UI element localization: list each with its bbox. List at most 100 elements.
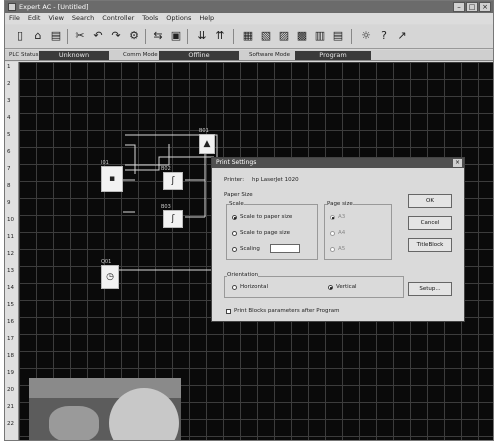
- ruler-number: 22: [7, 421, 14, 427]
- block-b02[interactable]: ʃ: [163, 172, 183, 190]
- scale-to-page-radio[interactable]: [232, 231, 237, 236]
- ruler-number: 15: [7, 302, 14, 308]
- printer-name: hp LaserJet 1020: [252, 177, 299, 183]
- orientation-group-label: Orientation: [227, 272, 259, 278]
- help-icon[interactable]: ?: [377, 29, 391, 43]
- settings-icon[interactable]: ⚙: [127, 29, 141, 43]
- ruler-number: 17: [7, 336, 14, 342]
- align-bottom-icon[interactable]: ▥: [313, 29, 327, 43]
- menu-controller[interactable]: Controller: [102, 13, 134, 24]
- close-icon[interactable]: ×: [453, 159, 462, 167]
- undo-icon[interactable]: ↶: [91, 29, 105, 43]
- print-params-label: Print Blocks parameters after Program: [234, 308, 340, 314]
- ruler-number: 2: [7, 81, 11, 87]
- page-a4-radio[interactable]: [330, 231, 335, 236]
- ok-button[interactable]: OK: [408, 194, 452, 208]
- window-title: Expert AC - [Untitled]: [19, 3, 89, 11]
- preview-thumbnail: [29, 378, 181, 440]
- print-params-checkbox[interactable]: [226, 309, 231, 314]
- new-file-icon[interactable]: ▯: [13, 29, 27, 43]
- menu-options[interactable]: Options: [166, 13, 191, 24]
- lightbulb-icon[interactable]: ☼: [359, 29, 373, 43]
- menu-tools[interactable]: Tools: [142, 13, 158, 24]
- toolbar: ▯ ⌂ ▤ ✂ ↶ ↷ ⚙ ⇆ ▣ ⇊ ⇈ ▦ ▧ ▨ ▩ ▥ ▤ ☼ ? ↗: [5, 25, 493, 49]
- menu-help[interactable]: Help: [199, 13, 214, 24]
- scale-group-label: Scale: [229, 201, 244, 207]
- scaling-input[interactable]: [270, 244, 300, 253]
- ruler-number: 13: [7, 268, 14, 274]
- cut-icon[interactable]: ✂: [73, 29, 87, 43]
- vertical-radio[interactable]: [328, 285, 333, 290]
- open-folder-icon[interactable]: ⌂: [31, 29, 45, 43]
- align-right-icon[interactable]: ▨: [277, 29, 291, 43]
- pointer-icon[interactable]: ↗: [395, 29, 409, 43]
- save-icon[interactable]: ▤: [49, 29, 63, 43]
- block-b03[interactable]: ʃ: [163, 210, 183, 228]
- cancel-button[interactable]: Cancel: [408, 216, 452, 230]
- vertical-ruler: 1 2 3 4 5 6 7 8 9 10 11 12 13 14 15 16 1…: [5, 62, 19, 440]
- scale-to-paper-label: Scale to paper size: [240, 214, 293, 220]
- toolbar-separator: [233, 29, 234, 44]
- window-controls: – □ ×: [453, 2, 491, 12]
- print-settings-dialog: Print Settings × Printer: hp LaserJet 10…: [211, 157, 465, 322]
- block-b01[interactable]: ▲: [199, 134, 215, 154]
- ruler-number: 3: [7, 98, 11, 104]
- ruler-number: 16: [7, 319, 14, 325]
- scale-to-page-label: Scale to page size: [240, 230, 290, 236]
- comm-mode-value: Offline: [159, 51, 239, 60]
- menu-edit[interactable]: Edit: [28, 13, 41, 24]
- paper-size-label: Paper Size: [224, 192, 253, 198]
- horizontal-label: Horizontal: [240, 284, 269, 290]
- ruler-number: 11: [7, 234, 14, 240]
- scaling-radio[interactable]: [232, 247, 237, 252]
- ruler-number: 10: [7, 217, 14, 223]
- redo-icon[interactable]: ↷: [109, 29, 123, 43]
- page-a3-radio[interactable]: [330, 215, 335, 220]
- ruler-number: 7: [7, 166, 11, 172]
- app-icon: [8, 3, 16, 11]
- page-a5-radio[interactable]: [330, 247, 335, 252]
- toolbar-separator: [351, 29, 352, 44]
- comm-mode-label: Comm Mode: [123, 52, 158, 58]
- connect-icon[interactable]: ⇆: [151, 29, 165, 43]
- align-top-icon[interactable]: ▩: [295, 29, 309, 43]
- page-a4-label: A4: [338, 230, 346, 236]
- status-bar: PLC Status Unknown Comm Mode Offline Sof…: [5, 50, 493, 61]
- block-q01[interactable]: ◷: [101, 265, 119, 289]
- horizontal-radio[interactable]: [232, 285, 237, 290]
- setup-button[interactable]: Setup...: [408, 282, 452, 296]
- ruler-number: 1: [7, 64, 11, 70]
- scaling-label: Scaling: [240, 246, 260, 252]
- monitor-icon[interactable]: ▣: [169, 29, 183, 43]
- ruler-number: 9: [7, 200, 11, 206]
- page-a5-label: A5: [338, 246, 346, 252]
- menu-search[interactable]: Search: [72, 13, 94, 24]
- ruler-number: 12: [7, 251, 14, 257]
- menu-file[interactable]: File: [9, 13, 20, 24]
- menu-view[interactable]: View: [48, 13, 63, 24]
- maximize-icon[interactable]: □: [466, 2, 478, 12]
- align-left-icon[interactable]: ▦: [241, 29, 255, 43]
- scale-to-paper-radio[interactable]: [232, 215, 237, 220]
- title-bar: Expert AC - [Untitled] – □ ×: [5, 1, 493, 13]
- close-icon[interactable]: ×: [479, 2, 491, 12]
- titleblock-button[interactable]: TitleBlock: [408, 238, 452, 252]
- ruler-number: 14: [7, 285, 14, 291]
- align-center-icon[interactable]: ▧: [259, 29, 273, 43]
- distribute-icon[interactable]: ▤: [331, 29, 345, 43]
- software-mode-value: Program: [295, 51, 371, 60]
- ruler-number: 6: [7, 149, 11, 155]
- upload-icon[interactable]: ⇈: [213, 29, 227, 43]
- software-mode-label: Software Mode: [249, 52, 290, 58]
- toolbar-separator: [187, 29, 188, 44]
- page-a3-label: A3: [338, 214, 346, 220]
- download-icon[interactable]: ⇊: [195, 29, 209, 43]
- page-size-group-label: Page size: [327, 201, 353, 207]
- minimize-icon[interactable]: –: [453, 2, 465, 12]
- ruler-number: 19: [7, 370, 14, 376]
- ruler-number: 8: [7, 183, 11, 189]
- plc-status-value: Unknown: [39, 51, 109, 60]
- vertical-label: Vertical: [336, 284, 357, 290]
- ruler-number: 4: [7, 115, 11, 121]
- block-i01[interactable]: ▪: [101, 166, 123, 192]
